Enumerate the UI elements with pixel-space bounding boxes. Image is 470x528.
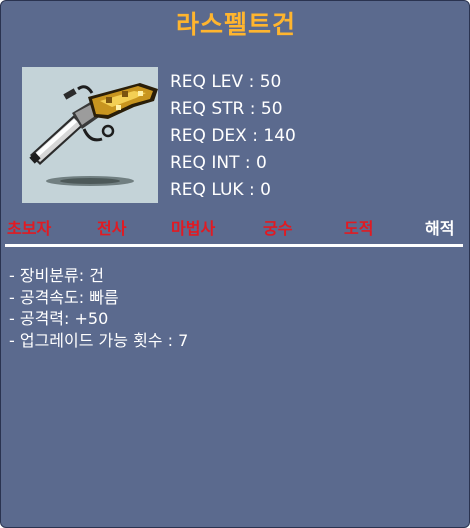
req-level-label: REQ LEV bbox=[170, 72, 244, 92]
req-int-label: REQ INT bbox=[170, 153, 240, 173]
stat-attack-speed: - 공격속도: 빠름 bbox=[9, 287, 119, 307]
req-level-value: 50 bbox=[259, 72, 282, 92]
req-luk-label: REQ LUK bbox=[170, 180, 244, 200]
stat-upgrade-slots: - 업그레이드 가능 횟수 : 7 bbox=[9, 330, 189, 350]
stat-attack: - 공격력: +50 bbox=[9, 309, 109, 328]
item-stats: - 장비분류: 건 - 공격속도: 빠름 - 공격력: +50 - 업그레이드 … bbox=[9, 265, 188, 351]
stat-category: - 장비분류: 건 bbox=[9, 266, 104, 285]
item-icon-frame bbox=[22, 67, 158, 203]
req-str: REQ STR : 50 bbox=[170, 99, 283, 119]
job-divider bbox=[5, 244, 463, 247]
req-dex-value: 140 bbox=[263, 126, 296, 146]
item-name: 라스펠트건 bbox=[175, 10, 296, 39]
job-warrior: 전사 bbox=[97, 219, 127, 238]
job-bowman: 궁수 bbox=[263, 219, 293, 238]
req-int-value: 0 bbox=[256, 153, 267, 173]
req-dex-label: REQ DEX bbox=[170, 126, 247, 146]
flintlock-pistol-icon bbox=[29, 83, 158, 186]
req-luk: REQ LUK : 0 bbox=[170, 180, 271, 200]
job-beginner: 초보자 bbox=[7, 219, 52, 238]
job-thief: 도적 bbox=[344, 219, 374, 238]
req-str-label: REQ STR bbox=[170, 99, 245, 119]
requirement-list: REQ LEV : 50 REQ STR : 50 REQ DEX : 140 … bbox=[170, 69, 296, 204]
req-luk-value: 0 bbox=[260, 180, 271, 200]
job-list: 초보자 전사 마법사 궁수 도적 해적 bbox=[1, 215, 469, 243]
req-int: REQ INT : 0 bbox=[170, 153, 267, 173]
req-str-value: 50 bbox=[260, 99, 283, 119]
item-tooltip: 라스펠트건 REQ LEV: 50 REQ STR: 50 REQ DEX … bbox=[0, 0, 470, 528]
req-dex: REQ DEX : 140 bbox=[170, 126, 296, 146]
job-magician: 마법사 bbox=[171, 219, 216, 238]
req-level: REQ LEV : 50 bbox=[170, 72, 282, 92]
job-pirate: 해적 bbox=[425, 219, 455, 238]
